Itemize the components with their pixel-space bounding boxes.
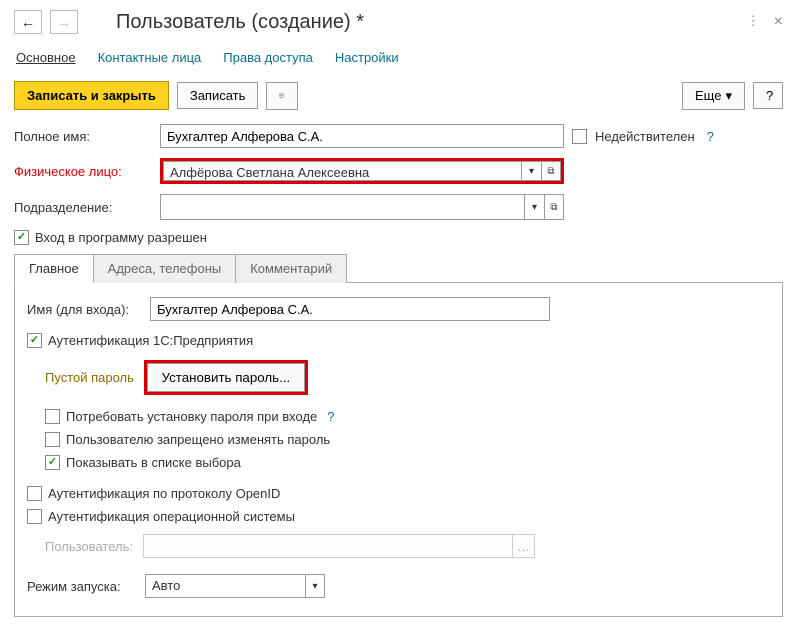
close-icon[interactable]: ×	[774, 13, 783, 31]
inactive-checkbox[interactable]	[572, 129, 587, 144]
tab-rights[interactable]: Права доступа	[223, 50, 313, 65]
forbid-change-checkbox[interactable]	[45, 432, 60, 447]
empty-password-label: Пустой пароль	[45, 370, 134, 385]
dept-label: Подразделение:	[14, 200, 152, 215]
show-in-list-checkbox[interactable]	[45, 455, 60, 470]
tab-contacts[interactable]: Контактные лица	[98, 50, 202, 65]
person-dropdown-icon[interactable]: ▾	[521, 161, 541, 181]
launch-mode-label: Режим запуска:	[27, 579, 139, 594]
subtab-comment[interactable]: Комментарий	[235, 254, 347, 283]
titlebar: ← → Пользователь (создание) * ⋮ ×	[14, 10, 783, 46]
auth-os-label: Аутентификация операционной системы	[48, 509, 295, 524]
person-open-icon[interactable]: ⧉	[541, 161, 561, 181]
options-icon[interactable]: ⋮	[747, 13, 760, 31]
dept-open-icon[interactable]: ⧉	[544, 194, 564, 220]
forward-button[interactable]: →	[50, 10, 78, 34]
more-button[interactable]: Еще ▾	[682, 82, 745, 110]
chevron-down-icon: ▾	[725, 88, 732, 104]
full-name-input[interactable]	[160, 124, 564, 148]
set-password-highlight: Установить пароль...	[144, 360, 309, 395]
person-label: Физическое лицо:	[14, 164, 152, 179]
forbid-change-label: Пользователю запрещено изменять пароль	[66, 432, 330, 447]
toolbar: Записать и закрыть Записать Еще ▾ ?	[14, 81, 783, 124]
save-button[interactable]: Записать	[177, 82, 259, 109]
section-tabs: Основное Контактные лица Права доступа Н…	[14, 46, 783, 81]
os-user-browse-icon[interactable]: …	[512, 535, 534, 557]
os-user-label: Пользователь:	[45, 539, 137, 554]
tab-settings[interactable]: Настройки	[335, 50, 399, 65]
help-icon[interactable]: ?	[707, 129, 714, 144]
auth-os-checkbox[interactable]	[27, 509, 42, 524]
person-input[interactable]: Алфёрова Светлана Алексеевна	[163, 161, 521, 181]
set-password-button[interactable]: Установить пароль...	[147, 363, 306, 392]
auth-1c-checkbox[interactable]	[27, 333, 42, 348]
login-allowed-label: Вход в программу разрешен	[35, 230, 207, 245]
dept-input[interactable]	[160, 194, 524, 220]
person-field: Алфёрова Светлана Алексеевна ▾ ⧉	[160, 158, 564, 184]
auth-openid-label: Аутентификация по протоколу OpenID	[48, 486, 280, 501]
os-user-input	[144, 535, 512, 557]
more-label: Еще	[695, 88, 721, 103]
full-name-label: Полное имя:	[14, 129, 152, 144]
save-close-button[interactable]: Записать и закрыть	[14, 81, 169, 110]
main-panel: Имя (для входа): Аутентификация 1С:Предп…	[14, 283, 783, 617]
require-password-checkbox[interactable]	[45, 409, 60, 424]
auth-1c-label: Аутентификация 1С:Предприятия	[48, 333, 253, 348]
launch-mode-dropdown-icon[interactable]: ▾	[305, 574, 325, 598]
inactive-label: Недействителен	[595, 129, 695, 144]
login-allowed-checkbox[interactable]	[14, 230, 29, 245]
auth-openid-checkbox[interactable]	[27, 486, 42, 501]
dept-field: ▾ ⧉	[160, 194, 564, 220]
launch-mode-value: Авто	[145, 574, 305, 598]
show-in-list-label: Показывать в списке выбора	[66, 455, 241, 470]
window-title: Пользователь (создание) *	[116, 11, 739, 34]
help-button[interactable]: ?	[753, 82, 783, 109]
help-icon[interactable]: ?	[327, 409, 334, 424]
login-name-label: Имя (для входа):	[27, 302, 142, 317]
require-password-label: Потребовать установку пароля при входе	[66, 409, 317, 424]
back-button[interactable]: ←	[14, 10, 42, 34]
os-user-field: …	[143, 534, 535, 558]
discussion-icon[interactable]	[266, 82, 298, 110]
dept-dropdown-icon[interactable]: ▾	[524, 194, 544, 220]
launch-mode-select[interactable]: Авто ▾	[145, 574, 325, 598]
tab-main[interactable]: Основное	[16, 50, 76, 65]
subtab-addresses[interactable]: Адреса, телефоны	[93, 254, 237, 283]
subtabs: Главное Адреса, телефоны Комментарий	[14, 253, 783, 283]
login-name-input[interactable]	[150, 297, 550, 321]
subtab-main[interactable]: Главное	[14, 254, 94, 283]
